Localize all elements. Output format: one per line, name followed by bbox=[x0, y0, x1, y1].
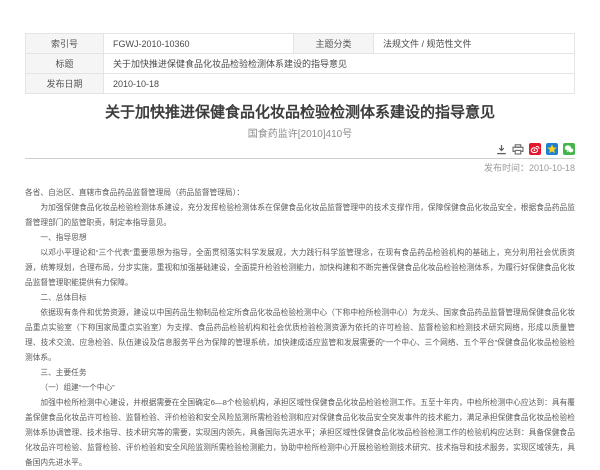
section-heading-1: 一、指导思想 bbox=[25, 230, 575, 245]
share-weibo-icon[interactable] bbox=[529, 143, 541, 155]
doc-number: 国食药监许[2010]410号 bbox=[25, 129, 575, 140]
paragraph-intro: 为加强保健食品化妆品检验检测体系建设，充分发挥检验检测体系在保健食品化妆品监督管… bbox=[25, 200, 575, 230]
article-body: 各省、自治区、直辖市食品药品监督管理局（药品监督管理局）： 为加强保健食品化妆品… bbox=[25, 185, 575, 470]
share-qzone-icon[interactable] bbox=[546, 143, 558, 155]
section-heading-2: 二、总体目标 bbox=[25, 290, 575, 305]
meta-row-date: 发布日期 2010-10-18 bbox=[26, 74, 575, 94]
title-label: 标题 bbox=[26, 54, 104, 74]
document-page: 索引号 FGWJ-2010-10360 主题分类 法规文件 / 规范性文件 标题… bbox=[0, 0, 600, 470]
share-wechat-icon[interactable] bbox=[563, 143, 575, 155]
print-icon[interactable] bbox=[512, 143, 524, 155]
date-value: 2010-10-18 bbox=[104, 74, 575, 94]
index-label: 索引号 bbox=[26, 34, 104, 54]
category-value: 法规文件 / 规范性文件 bbox=[374, 34, 575, 54]
index-value: FGWJ-2010-10360 bbox=[104, 34, 294, 54]
paragraph-section-1: 以邓小平理论和“三个代表”重要思想为指导，全面贯彻落实科学发展观，大力践行科学监… bbox=[25, 245, 575, 290]
share-toolbar bbox=[25, 143, 575, 155]
meta-table: 索引号 FGWJ-2010-10360 主题分类 法规文件 / 规范性文件 标题… bbox=[25, 33, 575, 94]
paragraph-section-3: 加强中检所检测中心建设，并根据需要在全国确定6—8个检验机构，承担区域性保健食品… bbox=[25, 395, 575, 470]
category-label: 主题分类 bbox=[294, 34, 374, 54]
publish-time: 发布时间：2010-10-18 bbox=[25, 163, 575, 174]
section-heading-3: 三、主要任务 bbox=[25, 365, 575, 380]
divider bbox=[25, 158, 575, 159]
meta-row-index-category: 索引号 FGWJ-2010-10360 主题分类 法规文件 / 规范性文件 bbox=[26, 34, 575, 54]
download-icon[interactable] bbox=[495, 143, 507, 155]
date-label: 发布日期 bbox=[26, 74, 104, 94]
paragraph-section-2: 依据现有条件和优势资源，建设以中国药品生物制品检定所食品化妆品检验检测中心（下称… bbox=[25, 305, 575, 365]
title-value: 关于加快推进保健食品化妆品检验检测体系建设的指导意见 bbox=[104, 54, 575, 74]
paragraph-salutation: 各省、自治区、直辖市食品药品监督管理局（药品监督管理局）： bbox=[25, 185, 575, 200]
subsection-heading-1: （一）组建“一个中心” bbox=[25, 380, 575, 395]
page-title: 关于加快推进保健食品化妆品检验检测体系建设的指导意见 bbox=[25, 103, 575, 122]
meta-row-title: 标题 关于加快推进保健食品化妆品检验检测体系建设的指导意见 bbox=[26, 54, 575, 74]
